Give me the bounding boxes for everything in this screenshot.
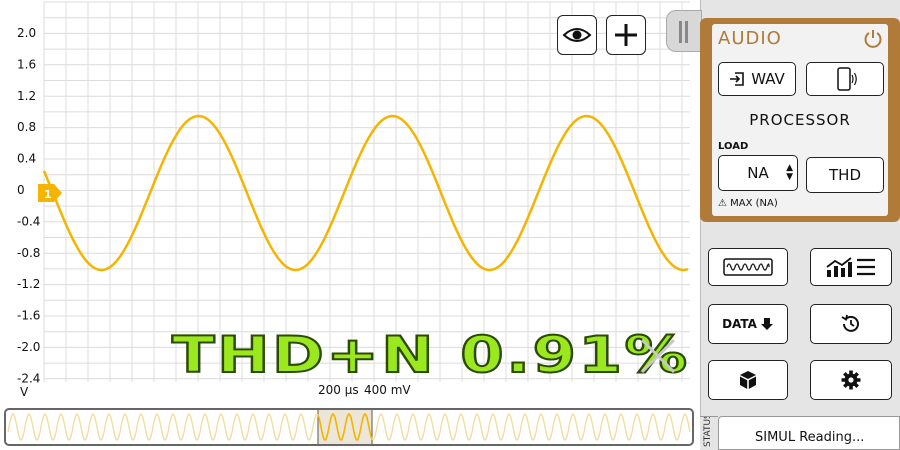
y-axis-ticks: 2.0 1.6 1.2 0.8 0.4 0 -0.4 -0.8 -1.2 -1.6 -2.0 -2.4 bbox=[17, 26, 40, 385]
stepper-arrows-icon: ▲ ▼ bbox=[786, 163, 793, 182]
waveform-button[interactable] bbox=[708, 248, 788, 286]
load-label: LOAD bbox=[718, 141, 749, 152]
plus-icon bbox=[615, 24, 637, 46]
status-tab[interactable]: STATUS bbox=[700, 416, 718, 450]
y-tick-label: -1.6 bbox=[17, 309, 40, 323]
processor-label: PROCESSOR bbox=[749, 111, 851, 129]
gear-icon bbox=[841, 370, 861, 390]
audio-card: AUDIO WAV PROCESSOR LOAD NA ▲ ▼ THD ⚠ MA… bbox=[700, 18, 900, 222]
overview-strip[interactable] bbox=[4, 408, 694, 446]
waveform-icon bbox=[723, 258, 773, 276]
warning-icon: ⚠ bbox=[718, 198, 727, 209]
load-select[interactable]: NA ▲ ▼ bbox=[718, 155, 798, 191]
signal-trace bbox=[42, 114, 689, 272]
close-icon[interactable] bbox=[638, 336, 678, 376]
add-button[interactable] bbox=[606, 15, 646, 55]
y-tick-label: -1.2 bbox=[17, 277, 40, 291]
y-tick-label: -0.4 bbox=[17, 214, 40, 228]
data-label: DATA bbox=[722, 317, 757, 331]
load-value: NA bbox=[747, 164, 769, 182]
status-bar: SIMUL Reading... bbox=[718, 416, 900, 450]
visibility-button[interactable] bbox=[557, 15, 597, 55]
thd-button[interactable]: THD bbox=[806, 157, 884, 193]
scope-grid bbox=[43, 1, 690, 382]
volts-per-div-label: 400 mV bbox=[364, 383, 411, 397]
timebase-label: 200 µs bbox=[318, 383, 359, 397]
y-tick-label: 2.0 bbox=[17, 26, 36, 40]
history-icon bbox=[841, 314, 859, 332]
data-export-button[interactable]: DATA bbox=[708, 304, 788, 344]
y-tick-label: -2.4 bbox=[17, 371, 40, 385]
chart-list-icon bbox=[826, 257, 875, 277]
thd-readout: THD+N 0.91% bbox=[171, 325, 690, 385]
power-icon[interactable] bbox=[862, 28, 884, 50]
y-tick-label: 0 bbox=[17, 183, 25, 197]
y-tick-label: 0.4 bbox=[17, 152, 36, 166]
y-tick-label: 0.8 bbox=[17, 120, 36, 134]
cube-icon bbox=[740, 371, 756, 389]
download-arrow-icon bbox=[760, 318, 773, 330]
channel-1-label: 1 bbox=[44, 188, 52, 201]
measurements-button[interactable] bbox=[810, 248, 892, 286]
channel-1-marker[interactable]: 1 bbox=[38, 184, 62, 202]
settings-button[interactable] bbox=[810, 360, 892, 400]
thd-label: THD bbox=[829, 166, 861, 184]
y-tick-label: 1.2 bbox=[17, 89, 36, 103]
max-label: MAX (NA) bbox=[730, 198, 778, 209]
phone-audio-button[interactable] bbox=[806, 62, 884, 96]
history-button[interactable] bbox=[810, 304, 892, 344]
max-warning: ⚠ MAX (NA) bbox=[718, 198, 778, 209]
cube-button[interactable] bbox=[708, 360, 788, 400]
status-tab-label: STATUS bbox=[703, 416, 713, 447]
panel-collapse-handle[interactable] bbox=[666, 10, 702, 52]
wav-button[interactable]: WAV bbox=[718, 62, 796, 96]
phone-sound-icon bbox=[837, 67, 857, 91]
y-tick-label: -0.8 bbox=[17, 246, 40, 260]
wav-label: WAV bbox=[751, 70, 785, 88]
y-tick-label: -2.0 bbox=[17, 340, 40, 354]
y-tick-label: 1.6 bbox=[17, 57, 36, 71]
audio-title: AUDIO bbox=[718, 28, 782, 49]
eye-icon bbox=[562, 28, 592, 42]
y-unit-label: V bbox=[20, 385, 29, 399]
import-icon bbox=[730, 72, 745, 86]
